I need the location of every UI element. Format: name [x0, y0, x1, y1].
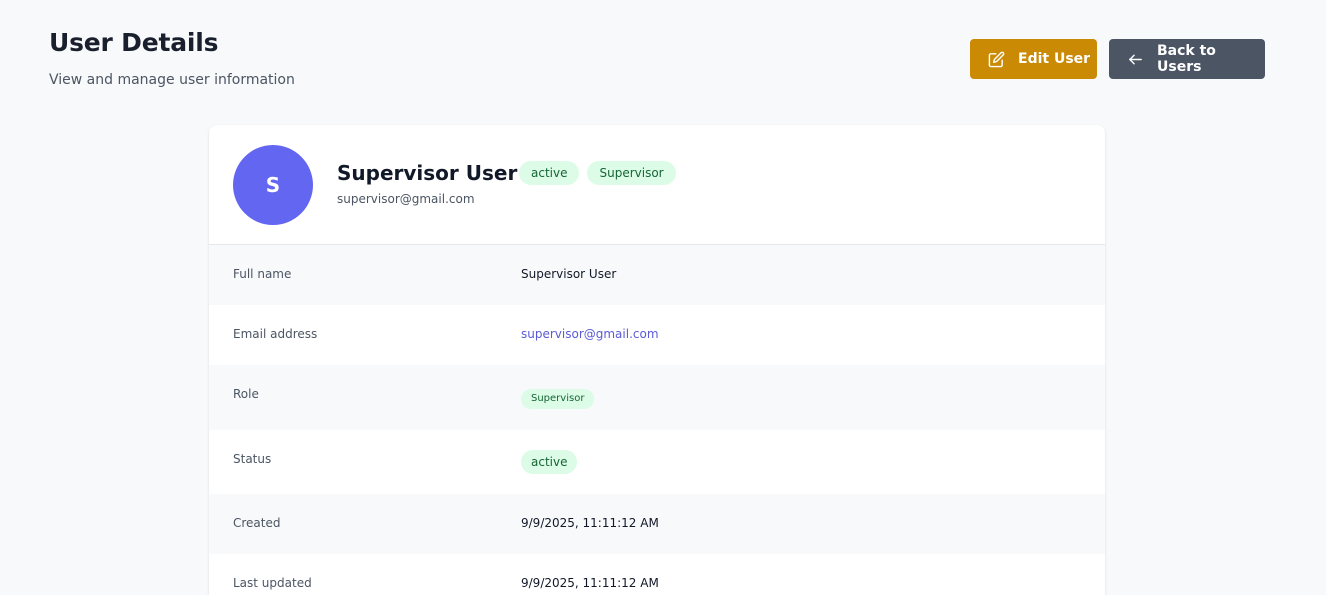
status-badge: active: [521, 450, 578, 474]
back-to-users-label: Back to Users: [1157, 43, 1216, 75]
detail-label: Email address: [233, 327, 318, 341]
profile-header: S Supervisor User active Supervisor supe…: [209, 125, 1105, 245]
detail-row-email: Email address supervisor@gmail.com: [209, 305, 1105, 365]
detail-label: Role: [233, 387, 259, 401]
back-to-users-button[interactable]: Back to Users: [1109, 39, 1265, 79]
detail-label: Last updated: [233, 576, 312, 590]
detail-value: 9/9/2025, 11:11:12 AM: [521, 516, 659, 530]
edit-icon: [988, 51, 1005, 68]
status-badge: active: [519, 161, 580, 185]
detail-value: Supervisor User: [521, 267, 617, 281]
role-badge: Supervisor: [521, 389, 595, 409]
arrow-left-icon: [1127, 51, 1144, 68]
detail-row-last-updated: Last updated 9/9/2025, 11:11:12 AM: [209, 554, 1105, 595]
detail-label: Created: [233, 516, 281, 530]
detail-row-created: Created 9/9/2025, 11:11:12 AM: [209, 494, 1105, 554]
email-link[interactable]: supervisor@gmail.com: [521, 327, 659, 341]
profile-badges: active Supervisor: [519, 161, 676, 185]
avatar: S: [233, 145, 313, 225]
avatar-initial: S: [265, 173, 281, 197]
role-badge: Supervisor: [587, 161, 676, 185]
detail-row-full-name: Full name Supervisor User: [209, 245, 1105, 305]
profile-name: Supervisor User: [337, 161, 518, 185]
detail-label: Full name: [233, 267, 292, 281]
page-title: User Details: [49, 28, 219, 57]
user-details-card: S Supervisor User active Supervisor supe…: [209, 125, 1105, 595]
edit-user-label: Edit User: [1018, 51, 1091, 67]
detail-value: 9/9/2025, 11:11:12 AM: [521, 576, 659, 590]
page-subtitle: View and manage user information: [49, 72, 295, 88]
detail-row-role: Role Supervisor: [209, 365, 1105, 430]
detail-row-status: Status active: [209, 430, 1105, 494]
profile-email: supervisor@gmail.com: [337, 192, 475, 206]
edit-user-button[interactable]: Edit User: [970, 39, 1097, 79]
user-details-page: User Details View and manage user inform…: [0, 0, 1326, 595]
detail-label: Status: [233, 452, 272, 466]
